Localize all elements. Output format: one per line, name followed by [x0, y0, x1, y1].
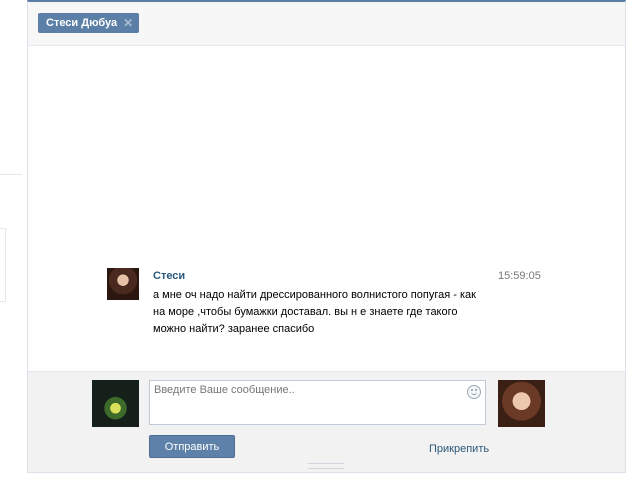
send-button[interactable]: Отправить [149, 435, 235, 458]
tab-conversation[interactable]: Стеси Дюбуа ✕ [38, 13, 140, 33]
composer: Отправить Прикрепить [28, 371, 625, 472]
my-avatar[interactable] [92, 380, 139, 427]
message-time: 15:59:05 [498, 270, 541, 282]
chat-window: Стеси Дюбуа ✕ Стеси 15:59:05 а мне оч на… [27, 0, 626, 473]
smile-icon[interactable] [467, 385, 481, 399]
message-input-box[interactable] [149, 380, 486, 425]
resize-handle[interactable] [308, 463, 344, 469]
peer-avatar[interactable] [498, 380, 545, 427]
close-icon[interactable]: ✕ [123, 17, 133, 29]
avatar[interactable] [107, 268, 139, 300]
message-input[interactable] [154, 384, 459, 420]
page-side-box [0, 228, 6, 302]
message-text: а мне оч надо найти дрессированного волн… [153, 289, 476, 335]
page-divider [0, 174, 22, 175]
message-history[interactable]: Стеси 15:59:05 а мне оч надо найти дресс… [28, 46, 625, 370]
tabs-bar: Стеси Дюбуа ✕ [28, 2, 625, 46]
message-author[interactable]: Стеси [153, 270, 185, 282]
tab-label: Стеси Дюбуа [46, 17, 118, 29]
attach-link[interactable]: Прикрепить [429, 443, 489, 455]
